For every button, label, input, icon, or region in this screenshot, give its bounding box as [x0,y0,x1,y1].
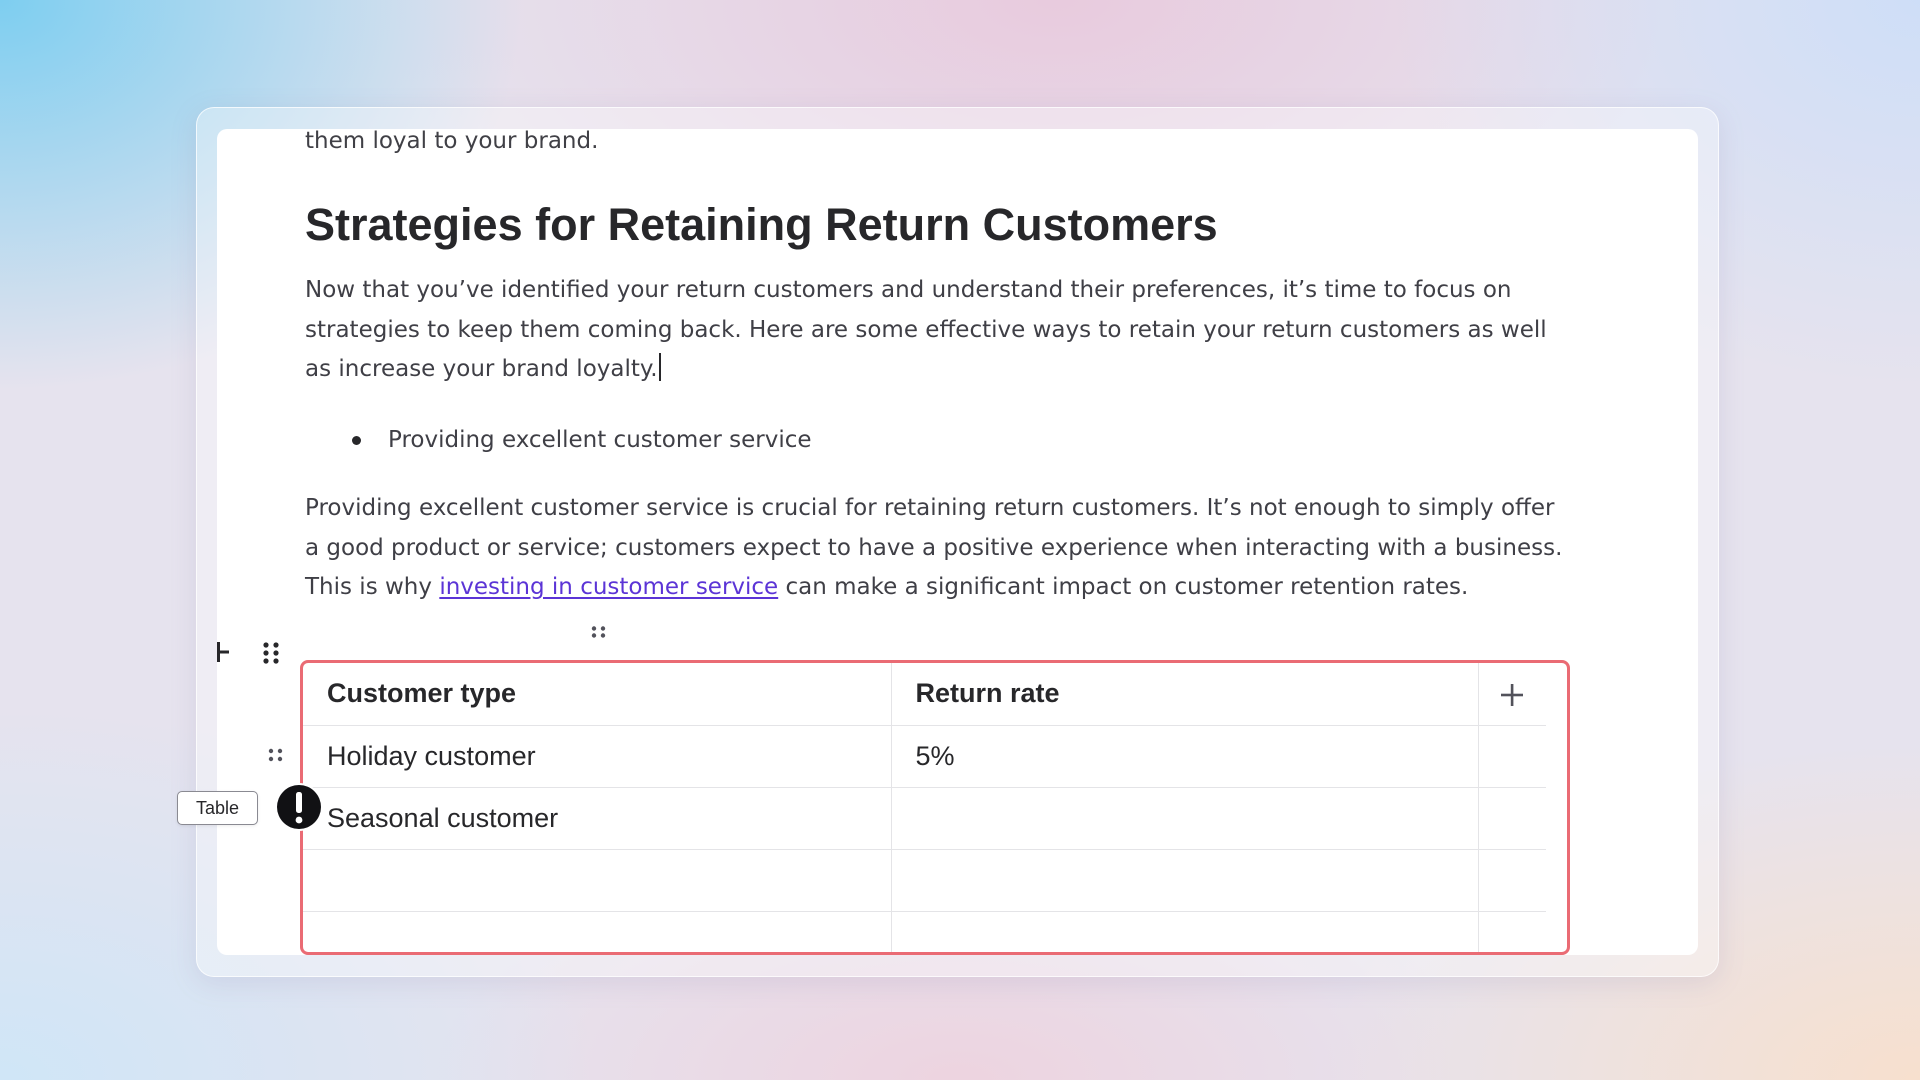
table-cell[interactable]: Seasonal customer [303,787,892,850]
data-table: Customer type Return rate Holiday custom… [303,663,1546,952]
table-cell-spacer [1478,725,1546,788]
text-cursor [658,353,661,381]
header-cell-customer-type[interactable]: Customer type [303,663,892,726]
header-cell-return-rate[interactable]: Return rate [891,663,1479,726]
row-drag-icon[interactable] [267,747,285,763]
table-cell[interactable] [303,911,892,952]
intro-paragraph-text: Now that you’ve identified your return c… [305,277,1547,382]
body-paragraph[interactable]: Providing excellent customer service is … [305,489,1565,608]
column-drag-icon[interactable] [590,625,608,639]
table-cell[interactable] [891,787,1479,850]
plus-icon[interactable] [1498,681,1526,709]
table-cell[interactable]: Holiday customer [303,725,892,788]
table-cell[interactable] [891,911,1479,952]
previous-paragraph-tail[interactable]: them loyal to your brand. [305,129,598,161]
add-block-icon[interactable] [215,639,231,665]
table-row: Seasonal customer [303,787,1546,850]
table-row [303,849,1546,912]
drag-handle-icon[interactable] [261,640,281,666]
table-cell[interactable] [303,849,892,912]
block-type-tooltip: Table [177,791,259,825]
bullet-icon [352,436,361,445]
table-cell[interactable] [891,849,1479,912]
intro-paragraph[interactable]: Now that you’ve identified your return c… [305,271,1565,390]
add-column-cell [1478,663,1546,726]
customer-service-link[interactable]: investing in customer service [439,574,778,600]
table-cell-spacer [1478,849,1546,912]
table-cell-spacer [1478,911,1546,952]
table-cell-spacer [1478,787,1546,850]
warning-icon[interactable] [273,781,325,833]
list-item[interactable]: Providing excellent customer service [305,420,812,460]
table-row: Holiday customer 5% [303,725,1546,788]
table-cell[interactable]: 5% [891,725,1479,788]
table-row [303,911,1546,952]
bullet-list: Providing excellent customer service [305,420,812,460]
table-block[interactable]: Customer type Return rate Holiday custom… [300,660,1570,955]
list-item-text: Providing excellent customer service [388,427,812,453]
section-heading[interactable]: Strategies for Retaining Return Customer… [305,197,1218,253]
table-header-row: Customer type Return rate [303,663,1546,726]
body-text-after-link: can make a significant impact on custome… [778,574,1469,600]
